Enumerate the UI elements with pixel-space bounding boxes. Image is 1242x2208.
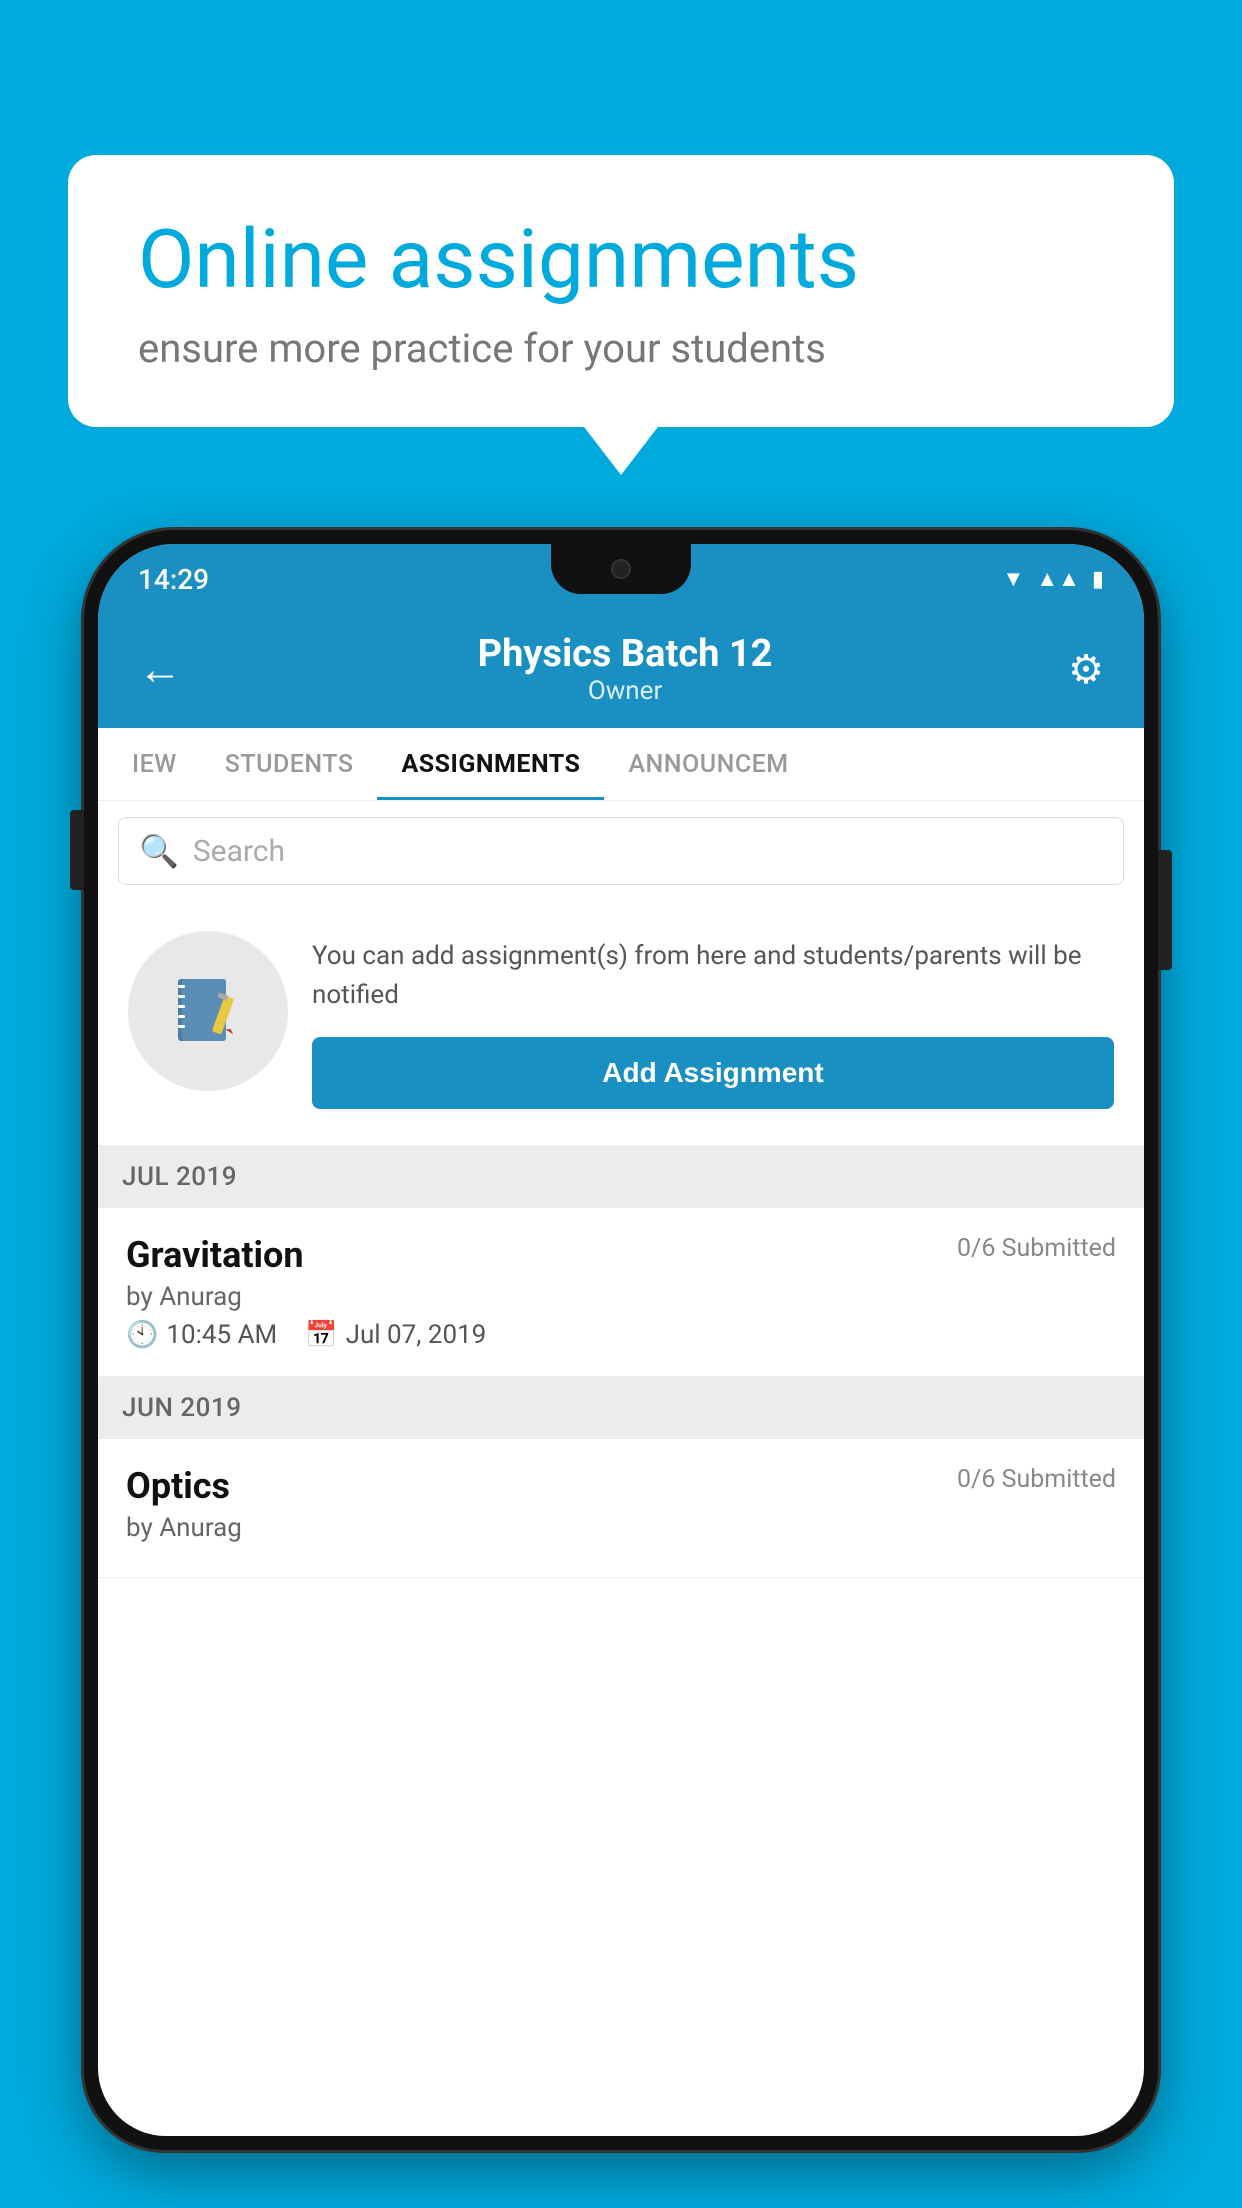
header-title: Physics Batch 12	[182, 632, 1068, 676]
app-header: ← Physics Batch 12 Owner ⚙	[98, 614, 1144, 728]
settings-button[interactable]: ⚙	[1068, 646, 1104, 693]
search-icon: 🔍	[139, 832, 179, 870]
speech-bubble-subtitle: ensure more practice for your students	[138, 325, 1104, 372]
signal-icon: ▲▲	[1036, 566, 1080, 592]
search-bar[interactable]: 🔍 Search	[118, 817, 1124, 885]
section-header-jul2019: JUL 2019	[98, 1146, 1144, 1208]
assignment-date-gravitation: 📅 Jul 07, 2019	[305, 1320, 486, 1350]
assignment-submitted-gravitation: 0/6 Submitted	[957, 1234, 1116, 1263]
speech-bubble: Online assignments ensure more practice …	[68, 155, 1174, 427]
speech-bubble-container: Online assignments ensure more practice …	[68, 155, 1174, 427]
assignment-name-gravitation: Gravitation	[126, 1234, 304, 1276]
back-button[interactable]: ←	[138, 643, 182, 695]
promo-icon-circle	[128, 931, 288, 1091]
assignment-time-value: 10:45 AM	[166, 1320, 277, 1350]
assignment-top-row: Gravitation 0/6 Submitted	[126, 1234, 1116, 1276]
promo-description: You can add assignment(s) from here and …	[312, 937, 1114, 1015]
assignment-name-optics: Optics	[126, 1465, 230, 1507]
assignment-time-gravitation: 🕙 10:45 AM	[126, 1320, 277, 1350]
calendar-icon: 📅	[305, 1320, 337, 1350]
status-icons: ▼ ▲▲ ▮	[1003, 566, 1104, 592]
tab-announcements[interactable]: ANNOUNCEM	[604, 728, 812, 800]
assignment-author-gravitation: by Anurag	[126, 1282, 1116, 1312]
assignment-item-optics[interactable]: Optics 0/6 Submitted by Anurag	[98, 1439, 1144, 1578]
tab-iew[interactable]: IEW	[108, 728, 201, 800]
camera-dot	[611, 559, 631, 579]
assignment-author-optics: by Anurag	[126, 1513, 1116, 1543]
phone-outer: 14:29 ▼ ▲▲ ▮ ← Physics Batch 12 Owner ⚙	[84, 530, 1158, 2150]
clock-icon: 🕙	[126, 1320, 158, 1350]
promo-right: You can add assignment(s) from here and …	[312, 931, 1114, 1109]
notch-cutout	[551, 544, 691, 594]
phone-inner: 14:29 ▼ ▲▲ ▮ ← Physics Batch 12 Owner ⚙	[98, 544, 1144, 2136]
search-bar-container: 🔍 Search	[98, 801, 1144, 901]
tabs-bar: IEW STUDENTS ASSIGNMENTS ANNOUNCEM	[98, 728, 1144, 801]
assignment-date-value: Jul 07, 2019	[346, 1320, 487, 1350]
battery-icon: ▮	[1092, 567, 1104, 592]
assignment-top-row-optics: Optics 0/6 Submitted	[126, 1465, 1116, 1507]
section-header-jun2019: JUN 2019	[98, 1377, 1144, 1439]
promo-card: You can add assignment(s) from here and …	[98, 901, 1144, 1146]
tab-students[interactable]: STUDENTS	[201, 728, 378, 800]
header-subtitle: Owner	[182, 676, 1068, 706]
screen-content: 🔍 Search	[98, 801, 1144, 1578]
status-bar: 14:29 ▼ ▲▲ ▮	[98, 544, 1144, 614]
wifi-icon: ▼	[1003, 566, 1025, 592]
tab-assignments[interactable]: ASSIGNMENTS	[377, 728, 604, 800]
status-time: 14:29	[138, 563, 209, 596]
search-placeholder: Search	[193, 834, 285, 869]
assignment-meta-gravitation: 🕙 10:45 AM 📅 Jul 07, 2019	[126, 1320, 1116, 1350]
speech-bubble-title: Online assignments	[138, 215, 1104, 305]
header-center: Physics Batch 12 Owner	[182, 632, 1068, 706]
add-assignment-button[interactable]: Add Assignment	[312, 1037, 1114, 1109]
notebook-svg-icon	[168, 971, 248, 1051]
assignment-item-gravitation[interactable]: Gravitation 0/6 Submitted by Anurag 🕙 10…	[98, 1208, 1144, 1377]
phone-frame: 14:29 ▼ ▲▲ ▮ ← Physics Batch 12 Owner ⚙	[84, 530, 1158, 2208]
assignment-submitted-optics: 0/6 Submitted	[957, 1465, 1116, 1494]
